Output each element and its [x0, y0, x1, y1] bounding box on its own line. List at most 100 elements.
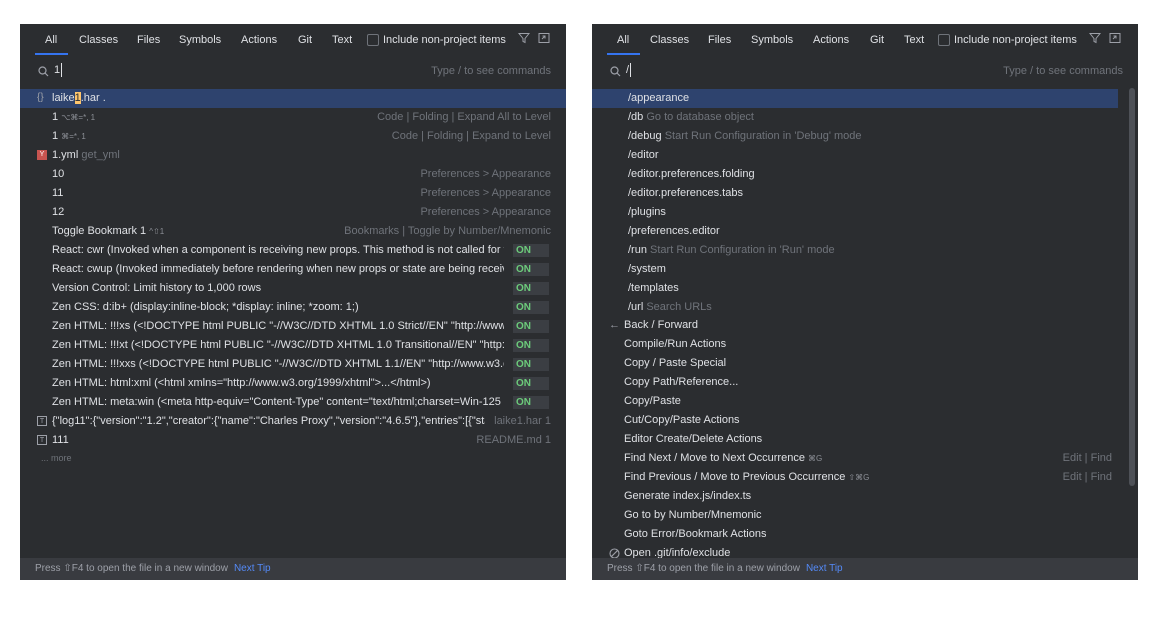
- option-row[interactable]: Zen CSS: d:ib+ (display:inline-block; *d…: [20, 298, 566, 317]
- option-row[interactable]: Zen HTML: html:xml (<html xmlns="http://…: [20, 374, 566, 393]
- option-row[interactable]: Version Control: Limit history to 1,000 …: [20, 279, 566, 298]
- command-label: /system: [628, 263, 666, 275]
- tab-text[interactable]: Text: [904, 34, 924, 46]
- action-row[interactable]: ← Back / Forward: [592, 316, 1138, 335]
- result-row[interactable]: 12 Preferences > Appearance: [20, 203, 566, 222]
- scrollbar[interactable]: [1129, 88, 1135, 486]
- on-toggle[interactable]: ON: [513, 244, 549, 257]
- on-toggle[interactable]: ON: [513, 396, 549, 409]
- include-non-project-label[interactable]: Include non-project items: [383, 34, 506, 46]
- tab-symbols[interactable]: Symbols: [751, 34, 793, 46]
- command-description: Search URLs: [646, 301, 712, 313]
- open-in-window-icon[interactable]: [538, 32, 550, 44]
- result-row[interactable]: {} laike1.har .: [20, 89, 566, 108]
- tab-symbols[interactable]: Symbols: [179, 34, 221, 46]
- action-row[interactable]: Go to by Number/Mnemonic: [592, 506, 1138, 525]
- action-label: Copy / Paste Special: [624, 357, 727, 369]
- option-label: Zen HTML: html:xml (<html xmlns="http://…: [52, 377, 431, 389]
- result-row[interactable]: 1 ⌘=*, 1 Code | Folding | Expand to Leve…: [20, 127, 566, 146]
- result-row[interactable]: Toggle Bookmark 1 ^⇧1 Bookmarks | Toggle…: [20, 222, 566, 241]
- command-row[interactable]: /db Go to database object: [592, 108, 1138, 127]
- option-row[interactable]: Zen HTML: !!!xs (<!DOCTYPE html PUBLIC "…: [20, 317, 566, 336]
- command-row[interactable]: /editor.preferences.folding: [592, 165, 1138, 184]
- action-label: Editor Create/Delete Actions: [624, 433, 763, 445]
- command-row[interactable]: /editor: [592, 146, 1138, 165]
- action-row[interactable]: Copy / Paste Special: [592, 354, 1138, 373]
- result-row[interactable]: 1 ⌥⌘=*, 1 Code | Folding | Expand All to…: [20, 108, 566, 127]
- action-row[interactable]: Copy Path/Reference...: [592, 373, 1138, 392]
- tab-files[interactable]: Files: [137, 34, 160, 46]
- result-row[interactable]: 11 Preferences > Appearance: [20, 184, 566, 203]
- option-row[interactable]: Zen HTML: meta:win (<meta http-equiv="Co…: [20, 393, 566, 412]
- filter-icon[interactable]: [1089, 32, 1101, 44]
- result-row[interactable]: Y 1.yml get_yml: [20, 146, 566, 165]
- tab-classes[interactable]: Classes: [79, 34, 118, 46]
- action-row[interactable]: Copy/Paste: [592, 392, 1138, 411]
- result-label: 10: [52, 168, 65, 180]
- action-row[interactable]: Generate index.js/index.ts: [592, 487, 1138, 506]
- on-toggle[interactable]: ON: [513, 377, 549, 390]
- on-toggle[interactable]: ON: [513, 358, 549, 371]
- command-row[interactable]: /templates: [592, 279, 1138, 298]
- include-non-project-label[interactable]: Include non-project items: [954, 34, 1077, 46]
- next-tip-link[interactable]: Next Tip: [234, 563, 271, 574]
- more-results[interactable]: ... more: [20, 450, 566, 469]
- result-label: 1: [52, 111, 59, 123]
- shortcut: ⌘=*, 1: [61, 132, 86, 141]
- search-input[interactable]: /: [626, 64, 629, 76]
- more-link[interactable]: ... more: [41, 453, 72, 463]
- command-row[interactable]: /run Start Run Configuration in 'Run' mo…: [592, 241, 1138, 260]
- on-toggle[interactable]: ON: [513, 320, 549, 333]
- on-toggle[interactable]: ON: [513, 263, 549, 276]
- option-label: Version Control: Limit history to 1,000 …: [52, 282, 262, 294]
- tab-all[interactable]: All: [45, 34, 57, 46]
- command-row[interactable]: /system: [592, 260, 1138, 279]
- result-row[interactable]: 10 Preferences > Appearance: [20, 165, 566, 184]
- tab-git[interactable]: Git: [870, 34, 884, 46]
- on-toggle[interactable]: ON: [513, 339, 549, 352]
- command-row[interactable]: /url Search URLs: [592, 298, 1138, 317]
- action-label: Cut/Copy/Paste Actions: [624, 414, 740, 426]
- option-row[interactable]: React: cwr (Invoked when a component is …: [20, 241, 566, 260]
- include-non-project-checkbox[interactable]: [938, 34, 950, 46]
- on-toggle[interactable]: ON: [513, 301, 549, 314]
- action-row[interactable]: Editor Create/Delete Actions: [592, 430, 1138, 449]
- tab-git[interactable]: Git: [298, 34, 312, 46]
- tab-classes[interactable]: Classes: [650, 34, 689, 46]
- action-label: Back / Forward: [624, 319, 698, 331]
- tab-all[interactable]: All: [617, 34, 629, 46]
- command-row[interactable]: /preferences.editor: [592, 222, 1138, 241]
- text-result-row[interactable]: T {"log11":{"version":"1.2","creator":{"…: [20, 412, 566, 431]
- command-row[interactable]: /debug Start Run Configuration in 'Debug…: [592, 127, 1138, 146]
- result-location: Preferences > Appearance: [420, 206, 551, 218]
- open-in-window-icon[interactable]: [1109, 32, 1121, 44]
- action-row[interactable]: Compile/Run Actions: [592, 335, 1138, 354]
- on-toggle[interactable]: ON: [513, 282, 549, 295]
- command-row[interactable]: /plugins: [592, 203, 1138, 222]
- tab-text[interactable]: Text: [332, 34, 352, 46]
- search-input[interactable]: 1: [54, 64, 60, 76]
- tab-files[interactable]: Files: [708, 34, 731, 46]
- action-row[interactable]: Find Next / Move to Next Occurrence ⌘G E…: [592, 449, 1138, 468]
- search-hint: Type / to see commands: [1003, 65, 1123, 77]
- action-row[interactable]: Cut/Copy/Paste Actions: [592, 411, 1138, 430]
- command-row[interactable]: /appearance: [592, 89, 1118, 108]
- include-non-project-checkbox[interactable]: [367, 34, 379, 46]
- tab-actions[interactable]: Actions: [241, 34, 277, 46]
- command-row[interactable]: /editor.preferences.tabs: [592, 184, 1138, 203]
- action-row[interactable]: Find Previous / Move to Previous Occurre…: [592, 468, 1138, 487]
- text-result-row[interactable]: T 111 README.md 1: [20, 431, 566, 450]
- text-icon: T: [37, 416, 47, 426]
- search-bar: / Type / to see commands: [592, 58, 1138, 82]
- command-label: /url: [628, 301, 644, 313]
- option-row[interactable]: Zen HTML: !!!xt (<!DOCTYPE html PUBLIC "…: [20, 336, 566, 355]
- back-arrow-icon: ←: [609, 319, 620, 331]
- command-label: /run: [628, 244, 647, 256]
- action-row[interactable]: Goto Error/Bookmark Actions: [592, 525, 1138, 544]
- result-location: Preferences > Appearance: [420, 168, 551, 180]
- option-row[interactable]: React: cwup (Invoked immediately before …: [20, 260, 566, 279]
- next-tip-link[interactable]: Next Tip: [806, 563, 843, 574]
- filter-icon[interactable]: [518, 32, 530, 44]
- tab-actions[interactable]: Actions: [813, 34, 849, 46]
- option-row[interactable]: Zen HTML: !!!xxs (<!DOCTYPE html PUBLIC …: [20, 355, 566, 374]
